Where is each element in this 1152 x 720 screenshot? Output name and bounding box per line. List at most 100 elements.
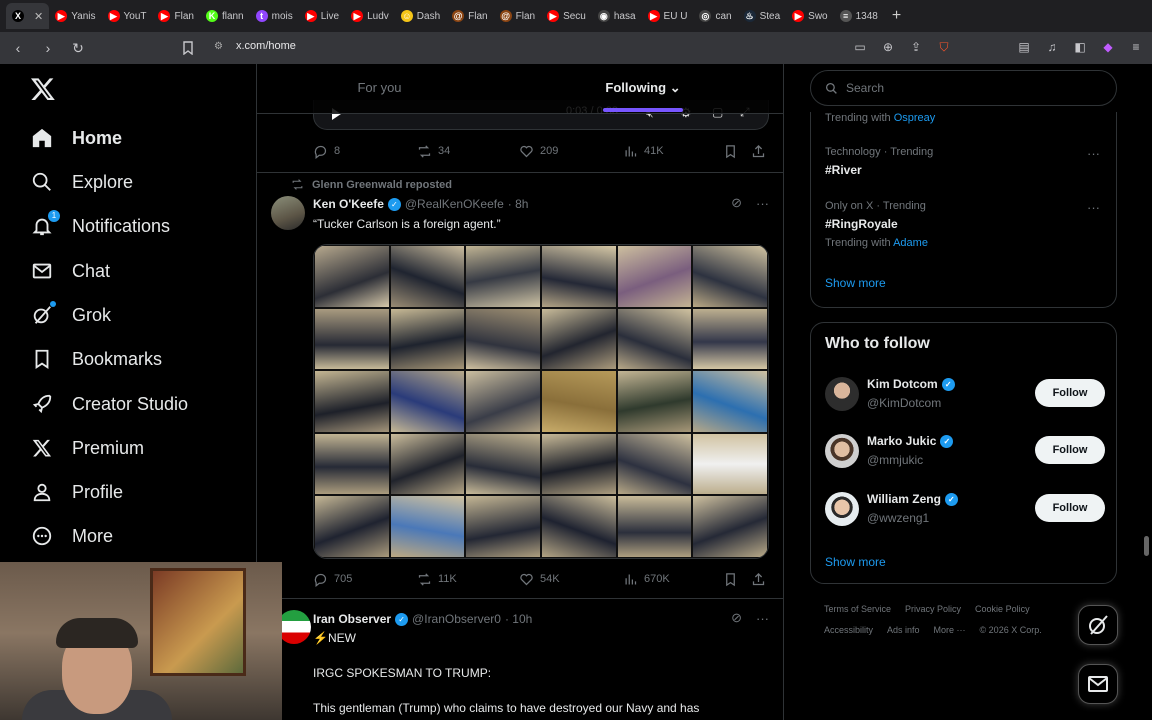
footer-link[interactable]: More ··· (934, 625, 966, 635)
trend-related-link[interactable]: Adame (893, 237, 928, 249)
show-more-link[interactable]: Show more (825, 276, 886, 290)
avatar[interactable] (277, 610, 311, 644)
repost-button[interactable]: 34 (417, 144, 450, 159)
url-field[interactable]: x.com/home (236, 40, 296, 52)
show-more-link[interactable]: Show more (825, 555, 886, 569)
browser-tab[interactable]: ◉ hasa (592, 3, 642, 29)
browser-tab[interactable]: @ Flan (494, 3, 541, 29)
author-handle[interactable]: @RealKenOKeefe (405, 197, 504, 211)
trend-item[interactable]: Only on X · Trending #RingRoyale Trendin… (825, 200, 1105, 249)
trend-related-link[interactable]: Ospreay (894, 112, 936, 124)
follow-suggestion[interactable]: Marko Jukic ✓ @mmjukic Follow (825, 434, 1105, 474)
follow-suggestion[interactable]: William Zeng ✓ @wwzeng1 Follow (825, 492, 1105, 532)
repost-button[interactable]: 11K (417, 572, 457, 587)
nav-bookmarks[interactable]: Bookmarks (30, 344, 162, 374)
author-name[interactable]: Iran Observer (313, 612, 391, 626)
like-button[interactable]: 209 (519, 144, 558, 159)
tweet-time[interactable]: · 8h (508, 197, 529, 211)
avatar[interactable] (825, 492, 859, 526)
nav-grok[interactable]: Grok (30, 300, 111, 330)
footer-link[interactable]: Accessibility (824, 625, 873, 635)
avatar[interactable] (271, 196, 305, 230)
nav-premium[interactable]: Premium (30, 433, 144, 463)
brave-shield-icon[interactable]: ⛉ (936, 38, 952, 56)
nav-home[interactable]: Home (30, 123, 122, 153)
grok-floating-button[interactable] (1078, 605, 1118, 645)
follow-button[interactable]: Follow (1035, 379, 1105, 407)
author-name[interactable]: Ken O'Keefe (313, 197, 384, 211)
repost-context[interactable]: Glenn Greenwald reposted (291, 178, 452, 191)
new-tab-icon[interactable]: + (892, 7, 901, 25)
nav-notifications[interactable]: 1 Notifications (30, 210, 170, 241)
messages-floating-button[interactable] (1078, 664, 1118, 704)
follow-button[interactable]: Follow (1035, 494, 1105, 522)
footer-link[interactable]: Cookie Policy (975, 604, 1030, 614)
site-info-icon[interactable]: ⚙ (214, 41, 226, 53)
browser-tab[interactable]: X ✕ (6, 3, 50, 29)
trend-item[interactable]: Technology · Trending #River (825, 146, 1105, 177)
cast-icon[interactable]: ▭ (852, 38, 868, 56)
browser-tab[interactable]: ▶ Yanis (49, 3, 101, 29)
x-logo-icon[interactable] (30, 76, 56, 102)
forward-icon[interactable]: › (40, 40, 56, 56)
bookmark-icon[interactable] (723, 144, 738, 159)
browser-tab[interactable]: ▶ Swo (786, 3, 833, 29)
grok-icon[interactable]: ⊘ (731, 195, 742, 211)
browser-tab[interactable]: ▶ Flan (152, 3, 199, 29)
browser-tab[interactable]: t mois (250, 3, 299, 29)
follow-suggestion[interactable]: Kim Dotcom ✓ @KimDotcom Follow (825, 377, 1105, 417)
avatar[interactable] (825, 434, 859, 468)
reader-icon[interactable]: ▤ (1016, 38, 1032, 56)
tweet-image[interactable] (313, 244, 769, 559)
share-icon[interactable]: ⇪ (908, 38, 924, 56)
browser-tab[interactable]: ▶ Live (299, 3, 345, 29)
follow-button[interactable]: Follow (1035, 436, 1105, 464)
more-options-icon[interactable]: ··· (1087, 200, 1100, 215)
bookmark-icon[interactable] (723, 572, 738, 587)
more-options-icon[interactable]: ··· (1087, 146, 1100, 161)
back-icon[interactable]: ‹ (10, 40, 26, 56)
nav-explore[interactable]: Explore (30, 167, 133, 197)
browser-tab[interactable]: Kflann (200, 3, 250, 29)
author-handle[interactable]: @IranObserver0 (412, 612, 501, 626)
share-icon[interactable] (751, 144, 766, 159)
reload-icon[interactable]: ↻ (70, 40, 86, 56)
page-scrollbar[interactable] (1144, 536, 1149, 556)
more-options-icon[interactable]: ··· (756, 611, 769, 626)
browser-tab[interactable]: ▶ EU U (642, 3, 694, 29)
views-button[interactable]: 670K (623, 572, 670, 587)
share-icon[interactable] (751, 572, 766, 587)
wallet-icon[interactable]: ◆ (1100, 38, 1116, 56)
tab-for-you[interactable]: For you (257, 80, 502, 95)
more-options-icon[interactable]: ··· (756, 196, 769, 211)
grok-icon[interactable]: ⊘ (731, 610, 742, 626)
reply-button[interactable]: 8 (313, 144, 340, 159)
browser-tab[interactable]: ▶ Ludv (345, 3, 395, 29)
footer-link[interactable]: Privacy Policy (905, 604, 961, 614)
sidebar-icon[interactable]: ◧ (1072, 38, 1088, 56)
media-icon[interactable]: ♫ (1044, 38, 1060, 56)
tab-following[interactable]: Following ⌄ (557, 80, 729, 96)
nav-more[interactable]: More (30, 521, 113, 551)
close-tab-icon[interactable]: ✕ (34, 10, 43, 23)
browser-tab[interactable]: ♨ Stea (738, 3, 787, 29)
browser-tab[interactable]: @ Flan (446, 3, 493, 29)
avatar[interactable] (825, 377, 859, 411)
like-button[interactable]: 54K (519, 572, 560, 587)
browser-tab[interactable]: ▶ Secu (541, 3, 592, 29)
footer-link[interactable]: Terms of Service (824, 604, 891, 614)
nav-creator-studio[interactable]: Creator Studio (30, 389, 188, 419)
views-button[interactable]: 41K (623, 144, 664, 159)
bookmark-page-icon[interactable] (180, 40, 196, 56)
search-input[interactable]: Search (810, 70, 1117, 106)
nav-chat[interactable]: Chat (30, 256, 110, 286)
menu-icon[interactable]: ≡ (1128, 38, 1144, 56)
browser-tab[interactable]: ◎ can (693, 3, 737, 29)
nav-profile[interactable]: Profile (30, 477, 123, 507)
browser-tab[interactable]: ☺ Dash (395, 3, 446, 29)
zoom-icon[interactable]: ⊕ (880, 38, 896, 56)
tweet-time[interactable]: · 10h (505, 612, 532, 626)
browser-tab[interactable]: ≡ 1348 (834, 3, 884, 29)
browser-tab[interactable]: ▶ YouT (102, 3, 153, 29)
footer-link[interactable]: Ads info (887, 625, 920, 635)
